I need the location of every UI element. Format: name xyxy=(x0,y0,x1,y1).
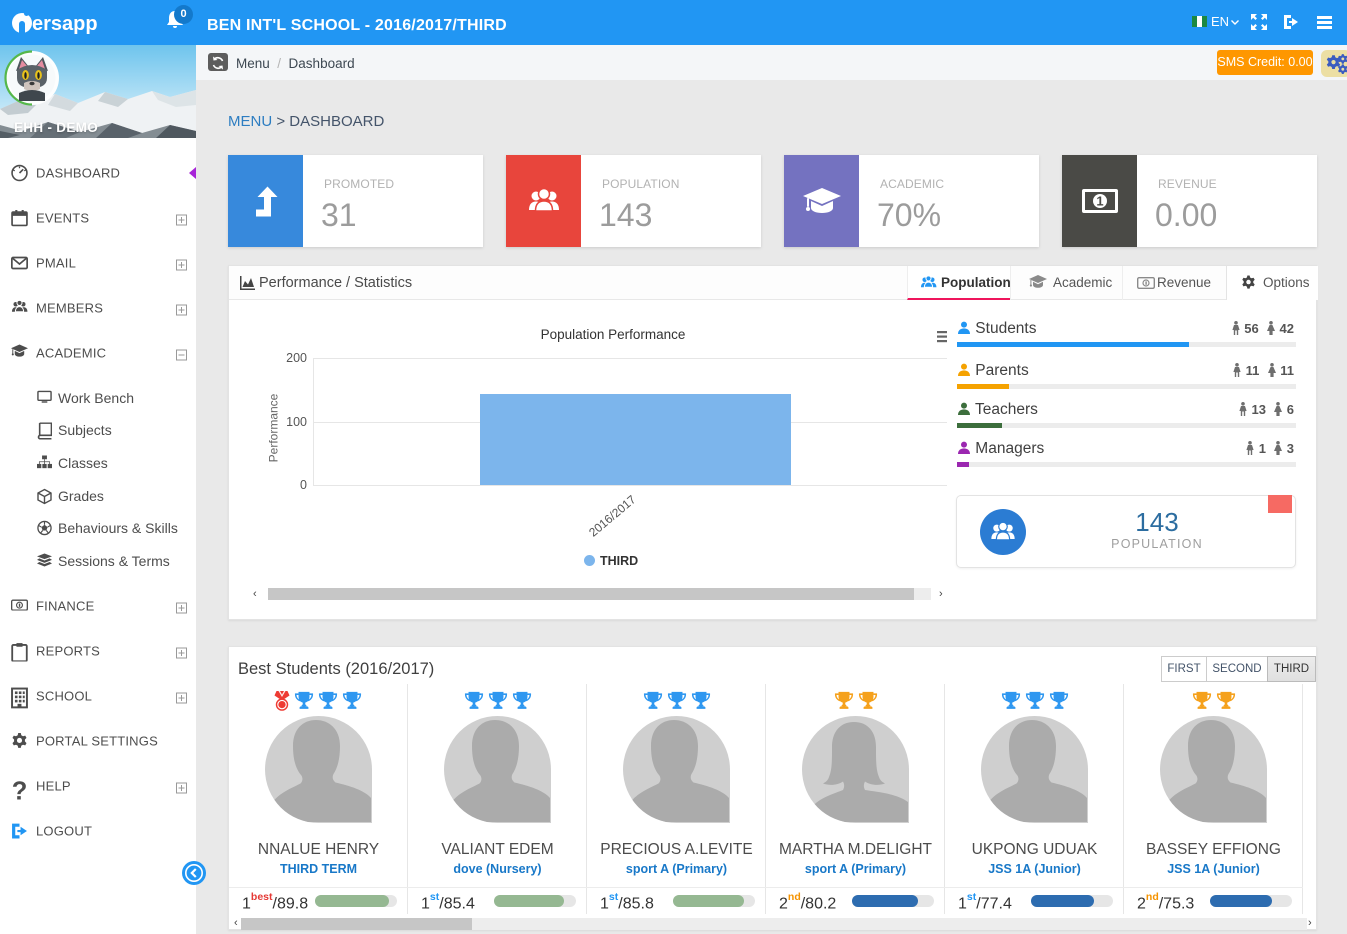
svg-text:?: ? xyxy=(12,778,28,805)
svg-text:1: 1 xyxy=(1096,194,1103,209)
